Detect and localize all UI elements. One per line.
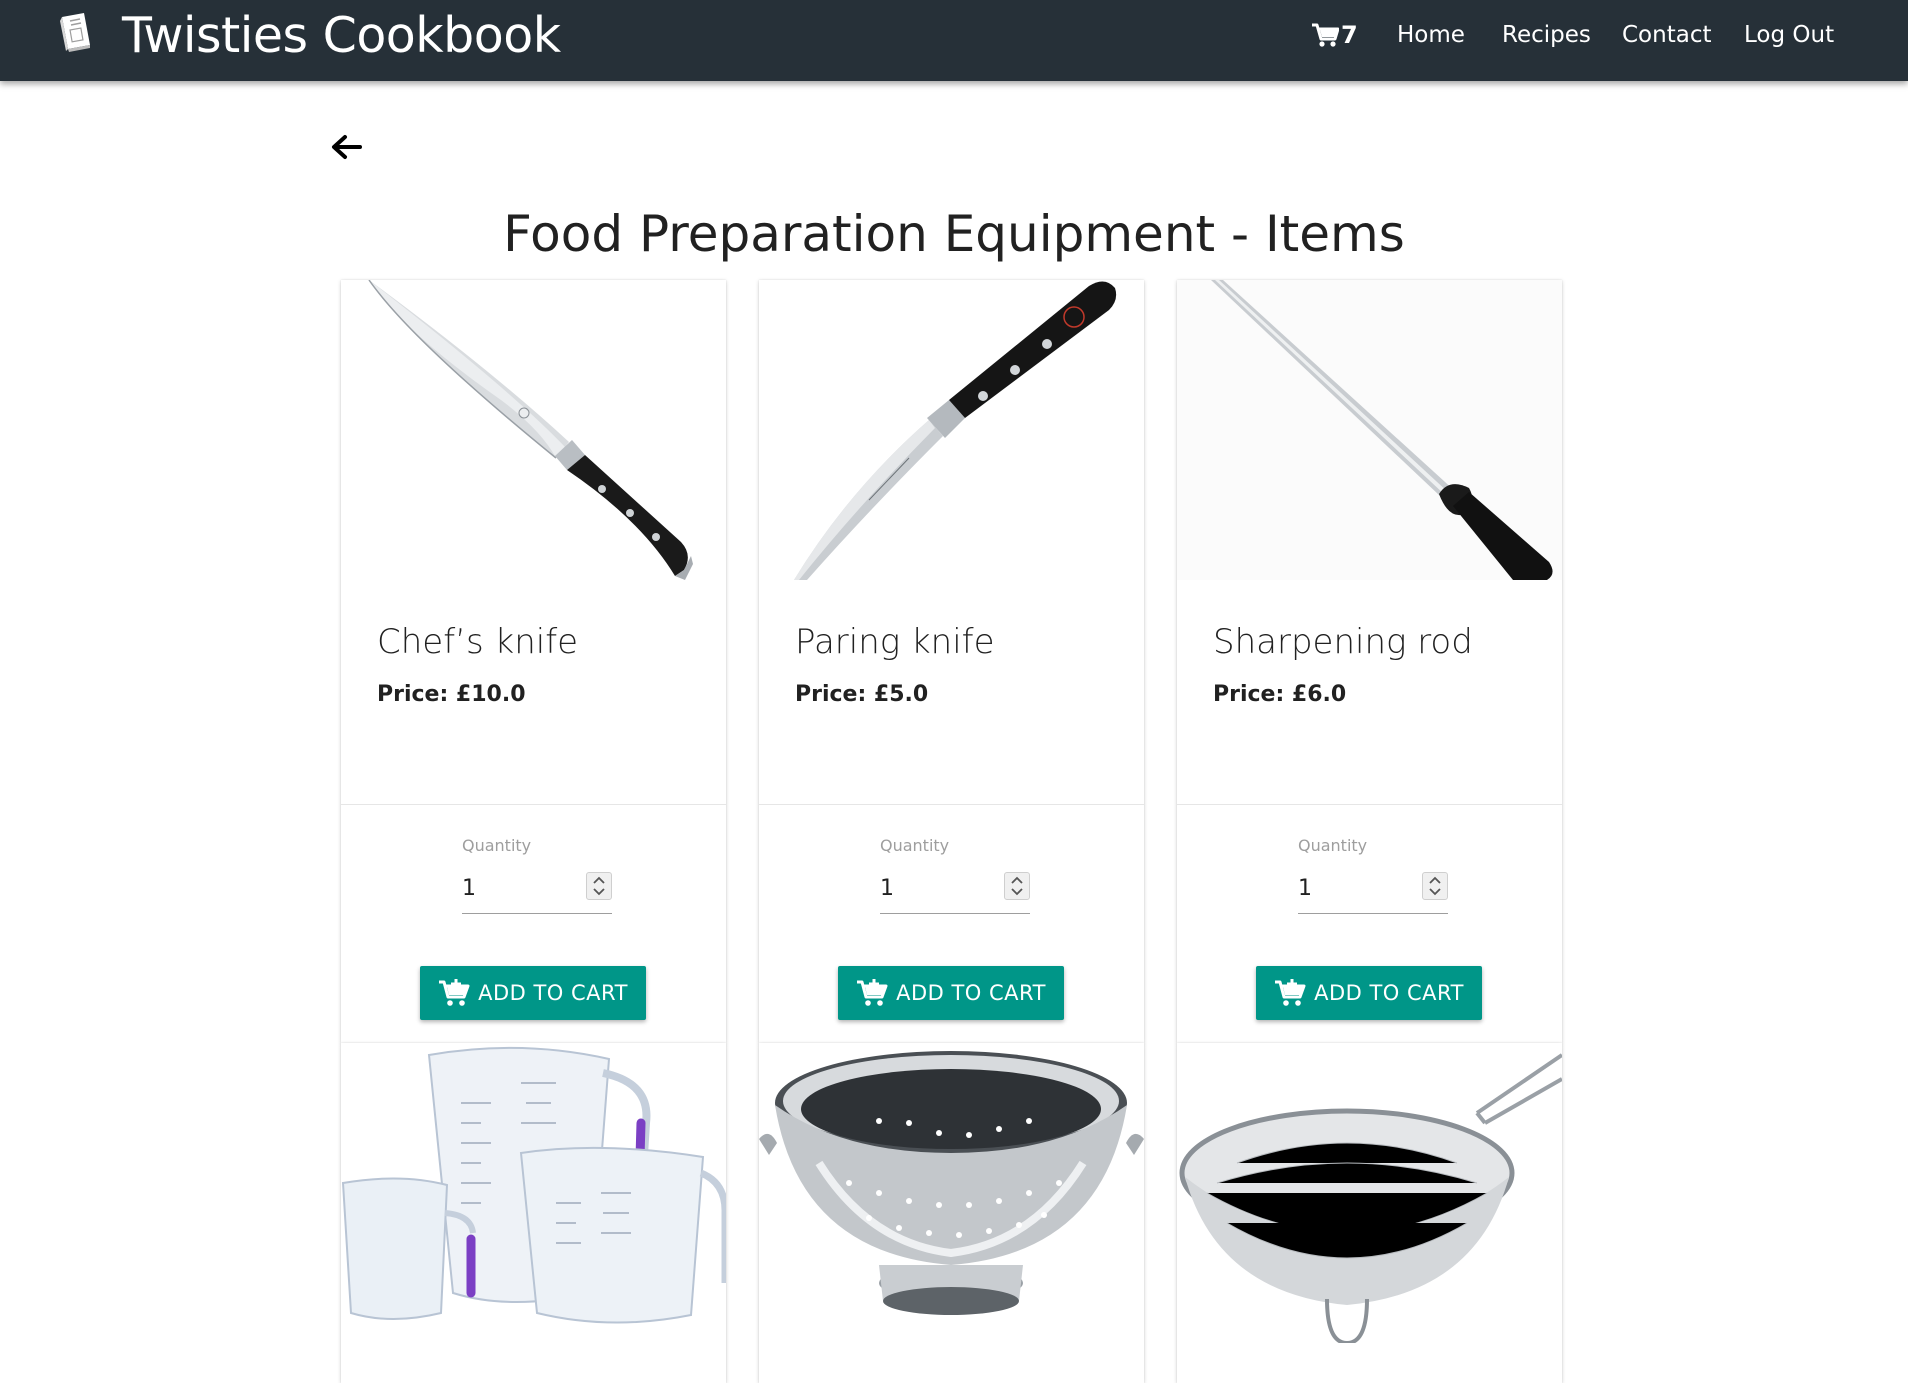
product-name: Paring knife	[795, 622, 995, 662]
quantity-stepper[interactable]	[1004, 872, 1030, 900]
product-card	[759, 1043, 1144, 1383]
add-to-cart-label: ADD TO CART	[1314, 981, 1464, 1005]
cart-link[interactable]: 7	[1311, 19, 1358, 51]
sieve-image	[1177, 1043, 1562, 1343]
add-to-cart-button[interactable]: ADD TO CART	[838, 966, 1064, 1020]
quantity-field[interactable]: 1	[462, 868, 612, 914]
chevron-up-down-icon	[1011, 876, 1023, 896]
card-divider	[759, 804, 1144, 805]
card-divider	[341, 804, 726, 805]
add-to-cart-label: ADD TO CART	[478, 981, 628, 1005]
add-to-cart-button[interactable]: ADD TO CART	[420, 966, 646, 1020]
quantity-field[interactable]: 1	[880, 868, 1030, 914]
arrow-left-icon[interactable]	[326, 128, 366, 168]
quantity-value[interactable]: 1	[880, 874, 894, 904]
cart-icon	[1312, 23, 1339, 47]
nav-log-out[interactable]: Log Out	[1744, 19, 1834, 51]
nav-recipes[interactable]: Recipes	[1502, 19, 1591, 51]
app-title[interactable]: Twisties Cookbook	[122, 4, 561, 68]
quantity-label: Quantity	[1298, 836, 1368, 855]
product-price: Price: £6.0	[1213, 682, 1347, 707]
cart-plus-icon	[439, 979, 470, 1006]
product-card	[1177, 1043, 1562, 1383]
paring-knife-image	[759, 280, 1144, 580]
measuring-cups-image	[341, 1043, 726, 1343]
product-price: Price: £10.0	[377, 682, 526, 707]
product-name: Chef’s knife	[377, 622, 579, 662]
add-to-cart-button[interactable]: ADD TO CART	[1256, 966, 1482, 1020]
cart-count: 7	[1341, 21, 1358, 49]
product-card: Chef’s knife Price: £10.0 Quantity 1 ADD…	[341, 280, 726, 1043]
product-card	[341, 1043, 726, 1383]
quantity-stepper[interactable]	[586, 872, 612, 900]
product-price: Price: £5.0	[795, 682, 929, 707]
cart-plus-icon	[857, 979, 888, 1006]
quantity-value[interactable]: 1	[1298, 874, 1312, 904]
nav-contact[interactable]: Contact	[1622, 19, 1711, 51]
quantity-label: Quantity	[880, 836, 950, 855]
product-card: Sharpening rod Price: £6.0 Quantity 1 AD…	[1177, 280, 1562, 1043]
quantity-field[interactable]: 1	[1298, 868, 1448, 914]
colander-image	[759, 1043, 1144, 1343]
product-card: Paring knife Price: £5.0 Quantity 1 ADD …	[759, 280, 1144, 1043]
chevron-up-down-icon	[1429, 876, 1441, 896]
chefs-knife-image	[341, 280, 726, 580]
quantity-stepper[interactable]	[1422, 872, 1448, 900]
nav-home[interactable]: Home	[1397, 19, 1465, 51]
add-to-cart-label: ADD TO CART	[896, 981, 1046, 1005]
page-title: Food Preparation Equipment - Items	[503, 205, 1405, 263]
chevron-up-down-icon	[593, 876, 605, 896]
top-navbar: Twisties Cookbook 7 Home Recipes Contact…	[0, 0, 1908, 81]
quantity-label: Quantity	[462, 836, 532, 855]
quantity-value[interactable]: 1	[462, 874, 476, 904]
cart-plus-icon	[1275, 979, 1306, 1006]
product-name: Sharpening rod	[1213, 622, 1473, 662]
sharpening-rod-image	[1177, 280, 1562, 580]
book-icon[interactable]	[56, 11, 94, 53]
card-divider	[1177, 804, 1562, 805]
